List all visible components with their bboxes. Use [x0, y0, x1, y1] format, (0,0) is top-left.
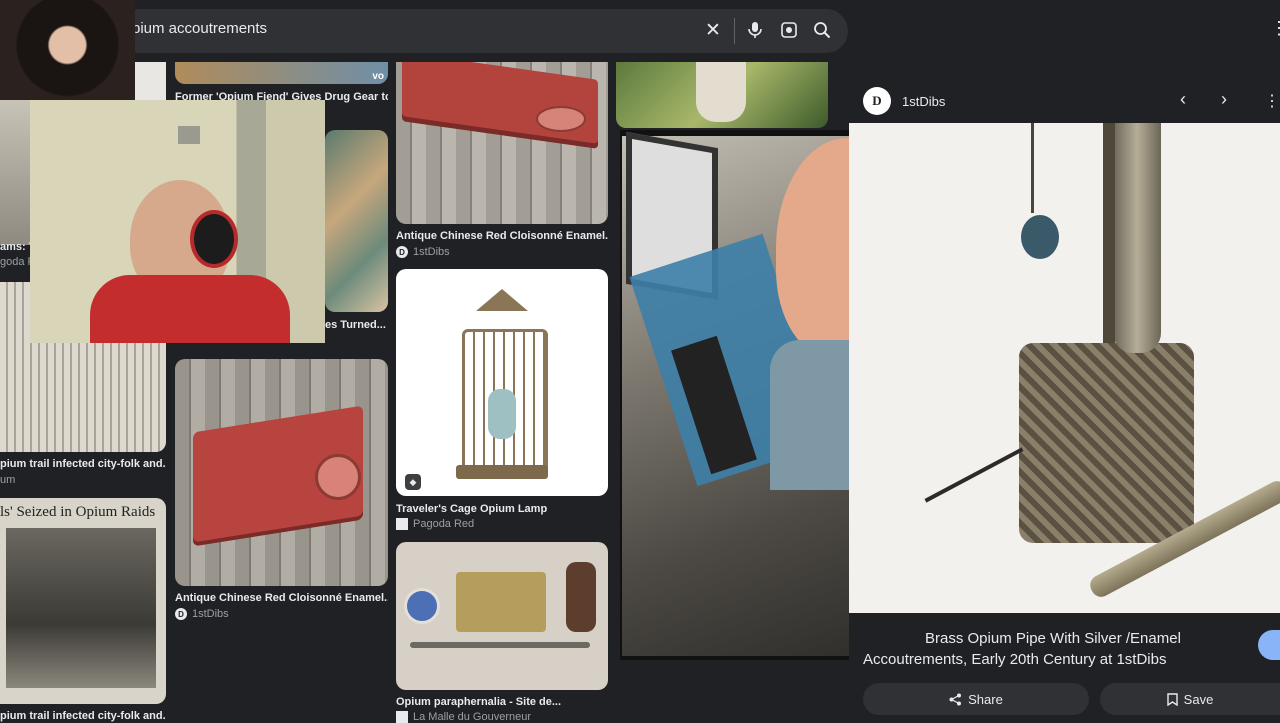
site-favicon-icon [396, 711, 408, 723]
result-image-red-box-1[interactable] [396, 62, 608, 224]
next-result-icon[interactable]: › [1221, 89, 1227, 110]
panel-main-image[interactable] [849, 123, 1280, 613]
result-source: um [0, 474, 16, 486]
site-favicon-icon: D [863, 87, 891, 115]
panel-title-line1[interactable]: Brass Opium Pipe With Silver /Enamel [925, 630, 1225, 647]
result-source: Pagoda Red [413, 518, 475, 530]
share-icon [949, 693, 962, 705]
result-image-partial[interactable] [0, 100, 32, 245]
panel-more-icon[interactable]: ⋮ [1264, 91, 1280, 111]
result-source-row: Pagoda Red [396, 518, 608, 530]
panel-title-line2[interactable]: Accoutrements, Early 20th Century at 1st… [863, 651, 1243, 668]
result-image-painting[interactable] [325, 130, 388, 312]
bookmark-icon [1166, 692, 1178, 706]
more-options-icon[interactable]: ⋮ [1270, 18, 1280, 39]
result-title[interactable]: es Turned... [325, 319, 388, 331]
result-source-row: D 1stDibs [175, 608, 388, 620]
save-label: Save [1183, 691, 1214, 707]
result-image-cage-lamp[interactable]: ◆ [396, 269, 608, 496]
search-divider [734, 18, 735, 44]
result-title[interactable]: Antique Chinese Red Cloisonné Enamel... [175, 592, 388, 604]
result-image-red-box-2[interactable] [175, 359, 388, 586]
visit-button[interactable] [1258, 630, 1280, 660]
share-label: Share [968, 691, 1003, 707]
result-source-row: La Malle du Gouverneur [396, 711, 608, 723]
result-image-paraphernalia[interactable] [396, 542, 608, 690]
result-title[interactable]: Traveler's Cage Opium Lamp [396, 503, 608, 515]
result-source: 1stDibs [413, 246, 450, 258]
result-image-newspaper-raids[interactable]: ls' Seized in Opium Raids [0, 498, 166, 704]
1stdibs-favicon-icon: D [396, 246, 408, 258]
clear-search-icon[interactable]: ✕ [700, 17, 726, 43]
save-button[interactable]: Save [1100, 683, 1280, 715]
result-title[interactable]: Opium paraphernalia - Site de... [396, 696, 608, 708]
streamer-webcam-top-left [0, 0, 135, 100]
search-input[interactable]: pium accoutrements [132, 20, 267, 37]
previous-result-icon[interactable]: ‹ [1180, 89, 1186, 110]
result-source-row: D 1stDibs [396, 246, 608, 258]
result-title[interactable]: pium trail infected city-folk and... [0, 710, 166, 722]
newspaper-headline: ls' Seized in Opium Raids [0, 504, 156, 520]
share-button[interactable]: Share [863, 683, 1089, 715]
product-tag-icon: ◆ [405, 474, 421, 490]
search-icon[interactable] [809, 17, 835, 43]
streamer-webcam-headphones [30, 100, 325, 343]
result-image-opium-fiend[interactable]: vo [175, 62, 388, 84]
result-title[interactable]: Antique Chinese Red Cloisonné Enamel... [396, 230, 608, 242]
voice-search-icon[interactable] [742, 17, 768, 43]
pagoda-red-favicon-icon [396, 518, 408, 530]
lens-search-icon[interactable] [776, 17, 802, 43]
1stdibs-favicon-icon: D [175, 608, 187, 620]
result-source: goda Red [0, 256, 30, 268]
result-title[interactable]: pium trail infected city-folk and... [0, 458, 166, 470]
result-image-vase[interactable] [616, 62, 828, 128]
result-source: La Malle du Gouverneur [413, 711, 532, 723]
result-source: 1stDibs [192, 608, 229, 620]
result-title[interactable]: ams: T [0, 241, 30, 253]
panel-site-name[interactable]: 1stDibs [902, 94, 945, 109]
